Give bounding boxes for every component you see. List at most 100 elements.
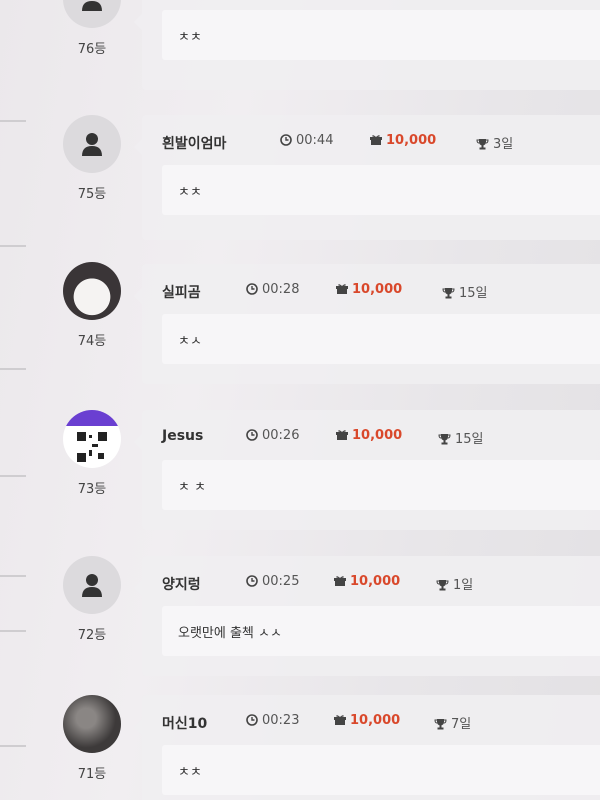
days-stat: 1일	[436, 574, 473, 593]
guide-tick	[0, 368, 26, 370]
user-name[interactable]: 머신10	[162, 713, 207, 733]
comment-text: ㅊㅊ	[178, 30, 202, 45]
gift-icon	[334, 715, 346, 725]
avatar-column: 75등	[52, 115, 132, 202]
time-stat: 00:25	[246, 574, 299, 589]
avatar[interactable]	[63, 556, 121, 614]
time-stat: 00:26	[246, 428, 299, 443]
entry-meta: 머신10 00:23 10,000 7일	[162, 713, 600, 733]
comment-box: ㅊㅊ	[162, 10, 600, 60]
clock-icon	[246, 714, 258, 726]
comment-box: 오랫만에 출첵 ㅅㅅ	[162, 606, 600, 656]
trophy-icon	[438, 434, 451, 445]
avatar-column: 74등	[52, 262, 132, 349]
time-stat: 00:23	[246, 713, 299, 728]
user-name[interactable]: 흰발이엄마	[162, 133, 226, 153]
left-scroll-guide	[0, 0, 30, 800]
time-value: 00:25	[262, 574, 300, 589]
comment-box: ㅊ ㅊ	[162, 460, 600, 510]
entry-card: 양지렁 00:25 10,000 1일 오랫만에 출첵 ㅅㅅ	[134, 556, 600, 676]
time-value: 00:23	[262, 713, 300, 728]
avatar-column: 73등	[52, 410, 132, 497]
gift-stat: 10,000	[334, 574, 400, 589]
days-stat: 3일	[476, 133, 513, 152]
comment-box: ㅊㅅ	[162, 314, 600, 364]
entry-card: Jesus 00:26 10,000 15일 ㅊ ㅊ	[134, 410, 600, 530]
entry-meta: 실피곰 00:28 10,000 15일	[162, 282, 600, 302]
gift-stat: 10,000	[334, 713, 400, 728]
gift-value: 10,000	[352, 428, 403, 443]
days-stat: 15일	[438, 428, 484, 447]
avatar[interactable]	[63, 115, 121, 173]
guide-tick	[0, 745, 26, 747]
entry-meta: 흰발이엄마 00:44 10,000 3일	[162, 133, 600, 153]
entry-meta: 양지렁 00:25 10,000 1일	[162, 574, 600, 594]
avatar[interactable]	[63, 695, 121, 753]
attendance-list-page: 76등 ㅊㅊ 75등 흰발이엄마 00:44 10,000 3일 ㅊㅊ 74등 …	[0, 0, 600, 800]
avatar-column: 72등	[52, 556, 132, 643]
days-stat: 7일	[434, 713, 471, 732]
gift-value: 10,000	[352, 282, 403, 297]
avatar[interactable]	[63, 0, 121, 28]
gift-icon	[334, 576, 346, 586]
gift-value: 10,000	[350, 574, 401, 589]
entry-card: 머신10 00:23 10,000 7일 ㅊㅊ	[134, 695, 600, 800]
gift-icon	[336, 430, 348, 440]
days-value: 15일	[459, 286, 488, 301]
person-icon	[82, 1, 102, 11]
rank-label: 76등	[77, 42, 107, 57]
guide-tick	[0, 245, 26, 247]
user-name[interactable]: Jesus	[162, 428, 203, 444]
qr-code-icon	[77, 432, 107, 462]
guide-tick	[0, 575, 26, 577]
gift-icon	[336, 284, 348, 294]
gift-stat: 10,000	[336, 282, 402, 297]
entry-card: 흰발이엄마 00:44 10,000 3일 ㅊㅊ	[134, 115, 600, 240]
rank-label: 75등	[77, 187, 107, 202]
guide-tick	[0, 120, 26, 122]
guide-tick	[0, 475, 26, 477]
time-value: 00:28	[262, 282, 300, 297]
time-stat: 00:28	[246, 282, 299, 297]
trophy-icon	[434, 719, 447, 730]
gift-stat: 10,000	[336, 428, 402, 443]
clock-icon	[246, 575, 258, 587]
time-value: 00:26	[262, 428, 300, 443]
user-name[interactable]: 실피곰	[162, 282, 201, 302]
entry-card: 실피곰 00:28 10,000 15일 ㅊㅅ	[134, 264, 600, 384]
days-value: 15일	[455, 432, 484, 447]
person-icon	[82, 574, 102, 597]
trophy-icon	[436, 580, 449, 591]
clock-icon	[246, 429, 258, 441]
days-value: 1일	[453, 578, 474, 593]
time-stat: 00:44	[280, 133, 333, 148]
gift-value: 10,000	[350, 713, 401, 728]
trophy-icon	[476, 139, 489, 150]
days-stat: 15일	[442, 282, 488, 301]
comment-text: ㅊㅅ	[178, 334, 202, 349]
days-value: 7일	[451, 717, 472, 732]
rank-label: 71등	[77, 767, 107, 782]
guide-tick	[0, 630, 26, 632]
comment-box: ㅊㅊ	[162, 165, 600, 215]
gift-value: 10,000	[386, 133, 437, 148]
avatar[interactable]	[63, 410, 121, 468]
avatar[interactable]	[63, 262, 121, 320]
user-name[interactable]: 양지렁	[162, 574, 201, 594]
gift-icon	[370, 135, 382, 145]
comment-text: ㅊ ㅊ	[178, 480, 207, 495]
entry-meta: Jesus 00:26 10,000 15일	[162, 428, 600, 448]
entry-card: ㅊㅊ	[134, 0, 600, 90]
gift-stat: 10,000	[370, 133, 436, 148]
comment-text: 오랫만에 출첵 ㅅㅅ	[178, 626, 282, 641]
comment-text: ㅊㅊ	[178, 185, 202, 200]
avatar-column: 76등	[52, 0, 132, 57]
trophy-icon	[442, 288, 455, 299]
rank-label: 73등	[77, 482, 107, 497]
days-value: 3일	[493, 137, 514, 152]
clock-icon	[280, 134, 292, 146]
rank-label: 72등	[77, 628, 107, 643]
rank-label: 74등	[77, 334, 107, 349]
clock-icon	[246, 283, 258, 295]
time-value: 00:44	[296, 133, 334, 148]
